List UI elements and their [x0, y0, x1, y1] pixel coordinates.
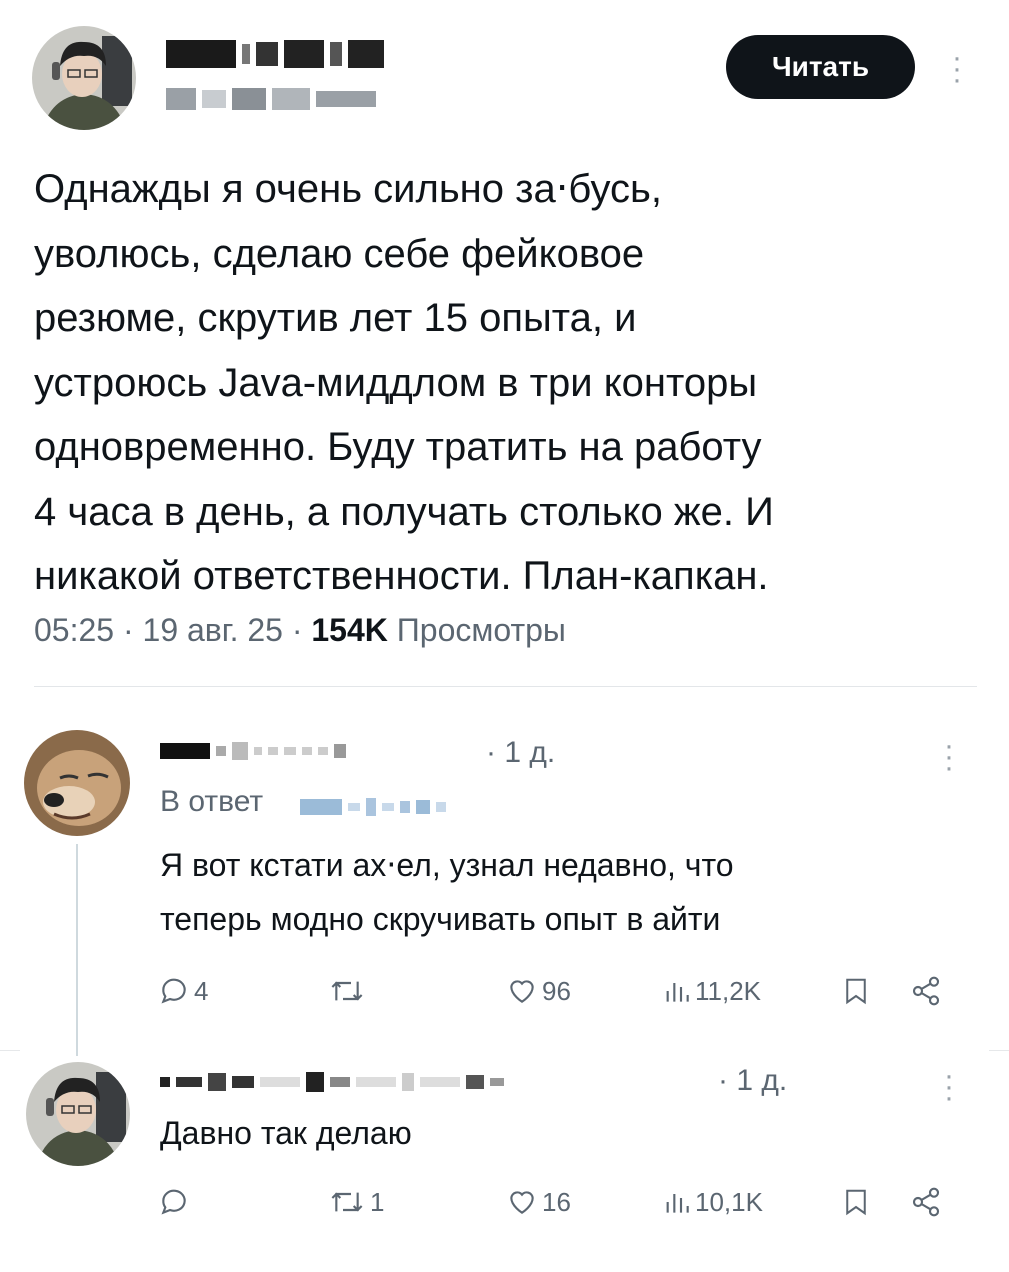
avatar-icon: [24, 730, 130, 836]
share-icon: [912, 976, 940, 1006]
author-name-redacted[interactable]: [166, 40, 390, 68]
repost-button[interactable]: 1: [328, 1186, 384, 1218]
reply-author-redacted[interactable]: [160, 1072, 510, 1092]
author-handle-redacted[interactable]: [166, 88, 382, 110]
more-icon[interactable]: · · ·: [942, 731, 956, 783]
reply-time[interactable]: · 1 д.: [486, 736, 555, 770]
repost-icon: [331, 1192, 363, 1212]
reply-time[interactable]: · 1 д.: [718, 1064, 787, 1098]
post-time[interactable]: 05:25: [34, 612, 114, 648]
comment-button[interactable]: [158, 1186, 194, 1218]
reply-text: Давно так делаю: [160, 1115, 412, 1151]
like-button[interactable]: 96: [506, 975, 571, 1007]
divider: [0, 1050, 20, 1051]
avatar-icon: [32, 26, 136, 130]
post-text: Однажды я очень сильно за‧бусь, уволюсь,…: [34, 167, 774, 598]
reply-actions: 1 16 10,1K: [158, 1186, 958, 1226]
reply-avatar[interactable]: [24, 730, 130, 836]
views-button[interactable]: 11,2K: [663, 975, 761, 1007]
bookmark-icon: [846, 978, 866, 1005]
reply-text: Я вот кстати ах‧ел, узнал недавно, что т…: [160, 847, 734, 937]
divider: [989, 1050, 1009, 1051]
share-button[interactable]: [910, 975, 942, 1007]
share-icon: [912, 1187, 940, 1217]
views-icon: [666, 983, 689, 1002]
like-icon: [510, 1191, 534, 1214]
post-views-label: Просмотры: [396, 612, 566, 648]
reply-avatar[interactable]: [26, 1062, 130, 1166]
bookmark-button[interactable]: [841, 1186, 871, 1218]
bookmark-button[interactable]: [841, 975, 871, 1007]
share-button[interactable]: [910, 1186, 942, 1218]
divider: [34, 686, 977, 687]
follow-button[interactable]: Читать: [726, 35, 915, 99]
reply-to-label: В ответ: [160, 785, 264, 818]
comment-icon: [161, 978, 186, 1004]
views-icon: [666, 1194, 689, 1213]
thread-line: [76, 844, 78, 1056]
comment-button[interactable]: 4: [158, 975, 208, 1007]
repost-icon: [331, 981, 363, 1001]
views-button[interactable]: 10,1K: [663, 1186, 763, 1218]
post-date[interactable]: 19 авг. 25: [143, 612, 283, 648]
reply-actions: 4 96 11,2K: [158, 975, 958, 1015]
comment-icon: [161, 1189, 186, 1215]
repost-button[interactable]: [328, 975, 370, 1007]
avatar-icon: [26, 1062, 130, 1166]
more-icon[interactable]: · · ·: [950, 43, 964, 95]
reply-author-redacted[interactable]: [160, 742, 352, 760]
like-icon: [510, 980, 534, 1003]
like-button[interactable]: 16: [506, 1186, 571, 1218]
author-avatar[interactable]: [32, 26, 136, 130]
reply-to-handle-redacted[interactable]: [300, 798, 452, 816]
post-meta: 05:25 · 19 авг. 25 · 154K Просмотры: [34, 612, 566, 648]
post-views-count: 154K: [311, 612, 388, 648]
more-icon[interactable]: · · ·: [942, 1061, 956, 1113]
bookmark-icon: [846, 1189, 866, 1216]
